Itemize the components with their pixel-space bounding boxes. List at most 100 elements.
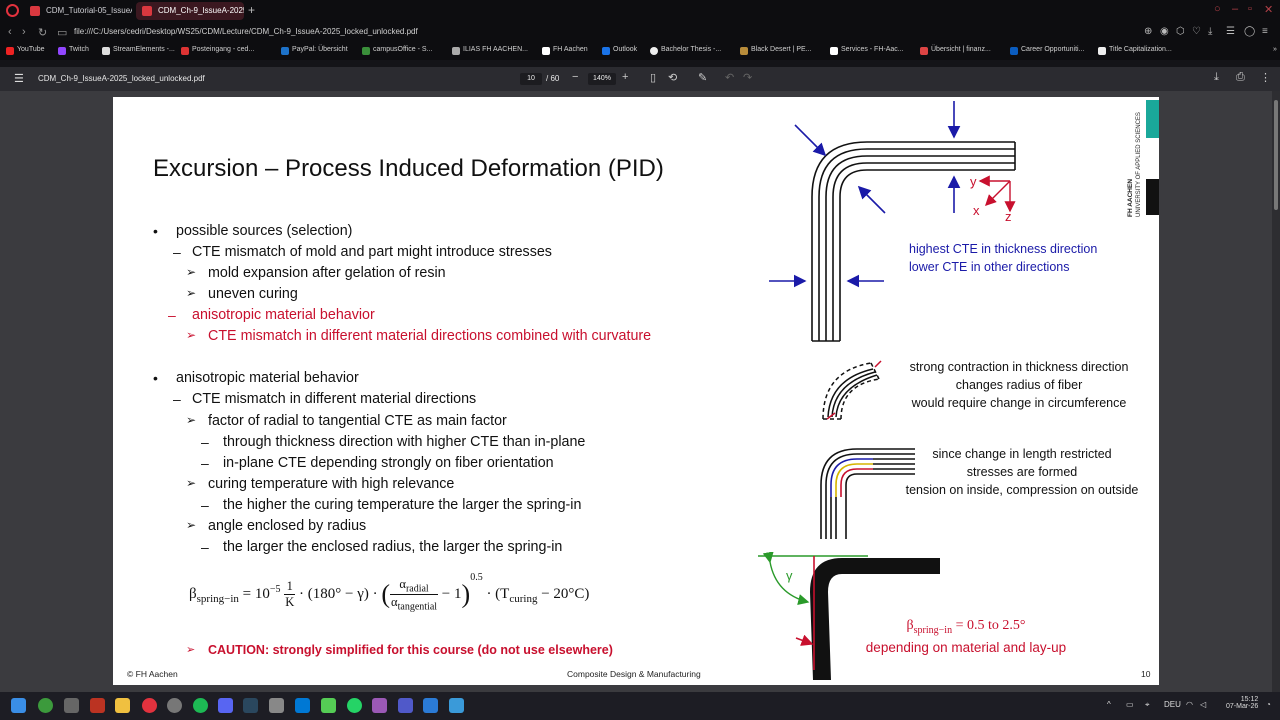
bookmark-item[interactable]: Black Desert | PE... xyxy=(740,46,812,55)
clock-time: 15:12 xyxy=(1240,696,1259,703)
arrow-bullet-icon: ➢ xyxy=(186,518,197,532)
vscode-icon[interactable] xyxy=(423,698,438,713)
bookmark-item[interactable]: PayPal: Übersicht xyxy=(281,46,348,55)
annotate-icon[interactable]: ✎ xyxy=(698,71,707,84)
print-icon[interactable]: ⎙ xyxy=(1236,71,1245,84)
download-pdf-icon[interactable]: ⤓ xyxy=(1214,71,1219,84)
bookmark-item[interactable]: ILIAS FH AACHEN... xyxy=(452,46,528,55)
game-icon xyxy=(740,47,748,55)
tab-tutorial[interactable]: CDM_Tutorial-05_IssueA xyxy=(24,2,132,20)
rotate-icon[interactable]: ⟲ xyxy=(668,71,677,84)
zoom-in-icon[interactable]: + xyxy=(622,71,628,83)
back-arrow-icon[interactable]: ‹ xyxy=(8,26,12,38)
scrollbar-thumb[interactable] xyxy=(1274,100,1278,210)
bookmark-item[interactable]: Title Capitalization... xyxy=(1098,46,1172,55)
mail-icon xyxy=(181,47,189,55)
bookmark-item[interactable]: Career Opportuniti... xyxy=(1010,46,1084,55)
campus-icon xyxy=(362,47,370,55)
forward-arrow-icon[interactable]: › xyxy=(22,26,26,38)
browser-tab-bar: CDM_Tutorial-05_IssueA CDM_Ch-9_IssueA-2… xyxy=(0,0,1280,22)
camera-icon[interactable]: ◉ xyxy=(1160,26,1169,37)
dash-marker: – xyxy=(173,391,181,407)
opera-logo-icon[interactable] xyxy=(6,4,19,17)
redo-icon[interactable]: ↷ xyxy=(743,71,752,84)
file-explorer-icon[interactable] xyxy=(115,698,130,713)
whatsapp-icon[interactable] xyxy=(347,698,362,713)
dash-marker: – xyxy=(201,434,209,450)
page-number-input[interactable]: 10 xyxy=(520,73,542,85)
battery-icon[interactable]: ▭ xyxy=(1126,700,1134,709)
teams-icon[interactable] xyxy=(321,698,336,713)
edge-icon[interactable] xyxy=(295,698,310,713)
windows-start-icon[interactable] xyxy=(11,698,26,713)
bullet-text: curing temperature with high relevance xyxy=(208,476,455,492)
pdf-menu-icon[interactable]: ☰ xyxy=(14,72,24,85)
download-icon[interactable]: ⤓ xyxy=(1208,26,1212,37)
bookmark-item[interactable]: campusOffice - S... xyxy=(362,46,432,55)
more-bookmarks-icon[interactable]: » xyxy=(1262,46,1277,53)
url-field[interactable]: file:///C:/Users/cedri/Desktop/WS25/CDM/… xyxy=(74,27,418,36)
caption-spring-in-note: depending on material and lay-up xyxy=(865,640,1067,655)
zoom-icon[interactable]: ⊕ xyxy=(1144,26,1152,37)
notifications-icon[interactable]: ◔ xyxy=(1266,700,1271,709)
xbox-icon[interactable] xyxy=(38,698,53,713)
tab-active-pdf[interactable]: CDM_Ch-9_IssueA-2025... xyxy=(136,2,244,20)
fit-page-icon[interactable]: ▯ xyxy=(650,71,656,84)
reload-icon[interactable]: ↻ xyxy=(38,26,47,39)
bookmark-item[interactable]: Services - FH-Aac... xyxy=(830,46,904,55)
dash-marker: – xyxy=(201,539,209,555)
maximize-icon[interactable]: ▫ xyxy=(1248,3,1252,15)
laminate-cte-diagram: y x z xyxy=(769,101,1016,342)
footer-copyright: © FH Aachen xyxy=(127,669,178,679)
wifi-icon[interactable]: ◠ xyxy=(1186,700,1193,709)
undo-icon[interactable]: ↶ xyxy=(725,71,734,84)
profile-icon[interactable]: ◯ xyxy=(1244,26,1255,37)
tray-chevron-icon[interactable]: ^ xyxy=(1107,700,1111,709)
bookmark-item[interactable]: Outlook xyxy=(602,46,637,55)
input-language[interactable]: DEU xyxy=(1164,700,1181,709)
settings-gear-icon[interactable] xyxy=(64,698,79,713)
bookmark-item[interactable]: Twitch xyxy=(58,46,89,55)
app-badge-icon[interactable] xyxy=(90,698,105,713)
steam-icon[interactable] xyxy=(243,698,258,713)
volume-icon[interactable]: ◁ xyxy=(1200,700,1206,709)
caption-stresses: since change in length restricted stresse… xyxy=(905,447,1139,497)
bullet-text: angle enclosed by radius xyxy=(208,518,367,534)
more-options-icon[interactable]: ⋮ xyxy=(1260,71,1271,84)
bookmark-item[interactable]: YouTube xyxy=(6,46,45,55)
obsidian-icon[interactable] xyxy=(372,698,387,713)
youtube-icon xyxy=(6,47,14,55)
bookmark-item[interactable]: Bachelor Thesis -... xyxy=(650,46,721,55)
chatgpt-icon[interactable] xyxy=(167,698,182,713)
bullet-text: anisotropic material behavior xyxy=(192,307,375,323)
arrow-bullet-icon: ➢ xyxy=(186,265,197,279)
bookmark-item[interactable]: Übersicht | finanz... xyxy=(920,46,991,55)
clock[interactable]: 15:12 07-Mar-26 xyxy=(1226,696,1258,710)
menu-icon[interactable]: ≡ xyxy=(1262,26,1268,37)
axis-z-label: z xyxy=(1005,209,1012,224)
zoom-level-input[interactable]: 140% xyxy=(588,73,616,85)
twitch-icon xyxy=(58,47,66,55)
search-tabs-icon[interactable]: ○ xyxy=(1214,3,1221,15)
new-tab-plus-icon[interactable]: + xyxy=(248,3,255,17)
minimize-icon[interactable]: – xyxy=(1232,3,1238,15)
location-icon[interactable]: ⌖ xyxy=(1145,700,1150,710)
footer-course: Composite Design & Manufacturing xyxy=(567,669,701,679)
extensions-icon[interactable]: ⬡ xyxy=(1176,26,1185,37)
image-viewer-icon[interactable] xyxy=(449,698,464,713)
close-window-icon[interactable]: ✕ xyxy=(1264,3,1273,16)
arrow-bullet-icon: ➢ xyxy=(186,328,197,342)
opera-taskbar-icon[interactable] xyxy=(142,698,157,713)
heart-icon[interactable]: ♡ xyxy=(1192,26,1201,37)
teams-chat-icon[interactable] xyxy=(398,698,413,713)
dash-marker: – xyxy=(201,455,209,471)
easy-setup-icon[interactable]: ☰ xyxy=(1226,26,1235,37)
discord-icon[interactable] xyxy=(218,698,233,713)
bookmark-item[interactable]: StreamElements -... xyxy=(102,46,175,55)
bookmark-item[interactable]: FH Aachen xyxy=(542,46,588,55)
spotify-icon[interactable] xyxy=(193,698,208,713)
photo-app-icon[interactable] xyxy=(269,698,284,713)
bookmark-item[interactable]: Posteingang - ced... xyxy=(181,46,254,55)
logo-teal-bar xyxy=(1146,100,1159,138)
zoom-out-icon[interactable]: − xyxy=(572,71,578,83)
